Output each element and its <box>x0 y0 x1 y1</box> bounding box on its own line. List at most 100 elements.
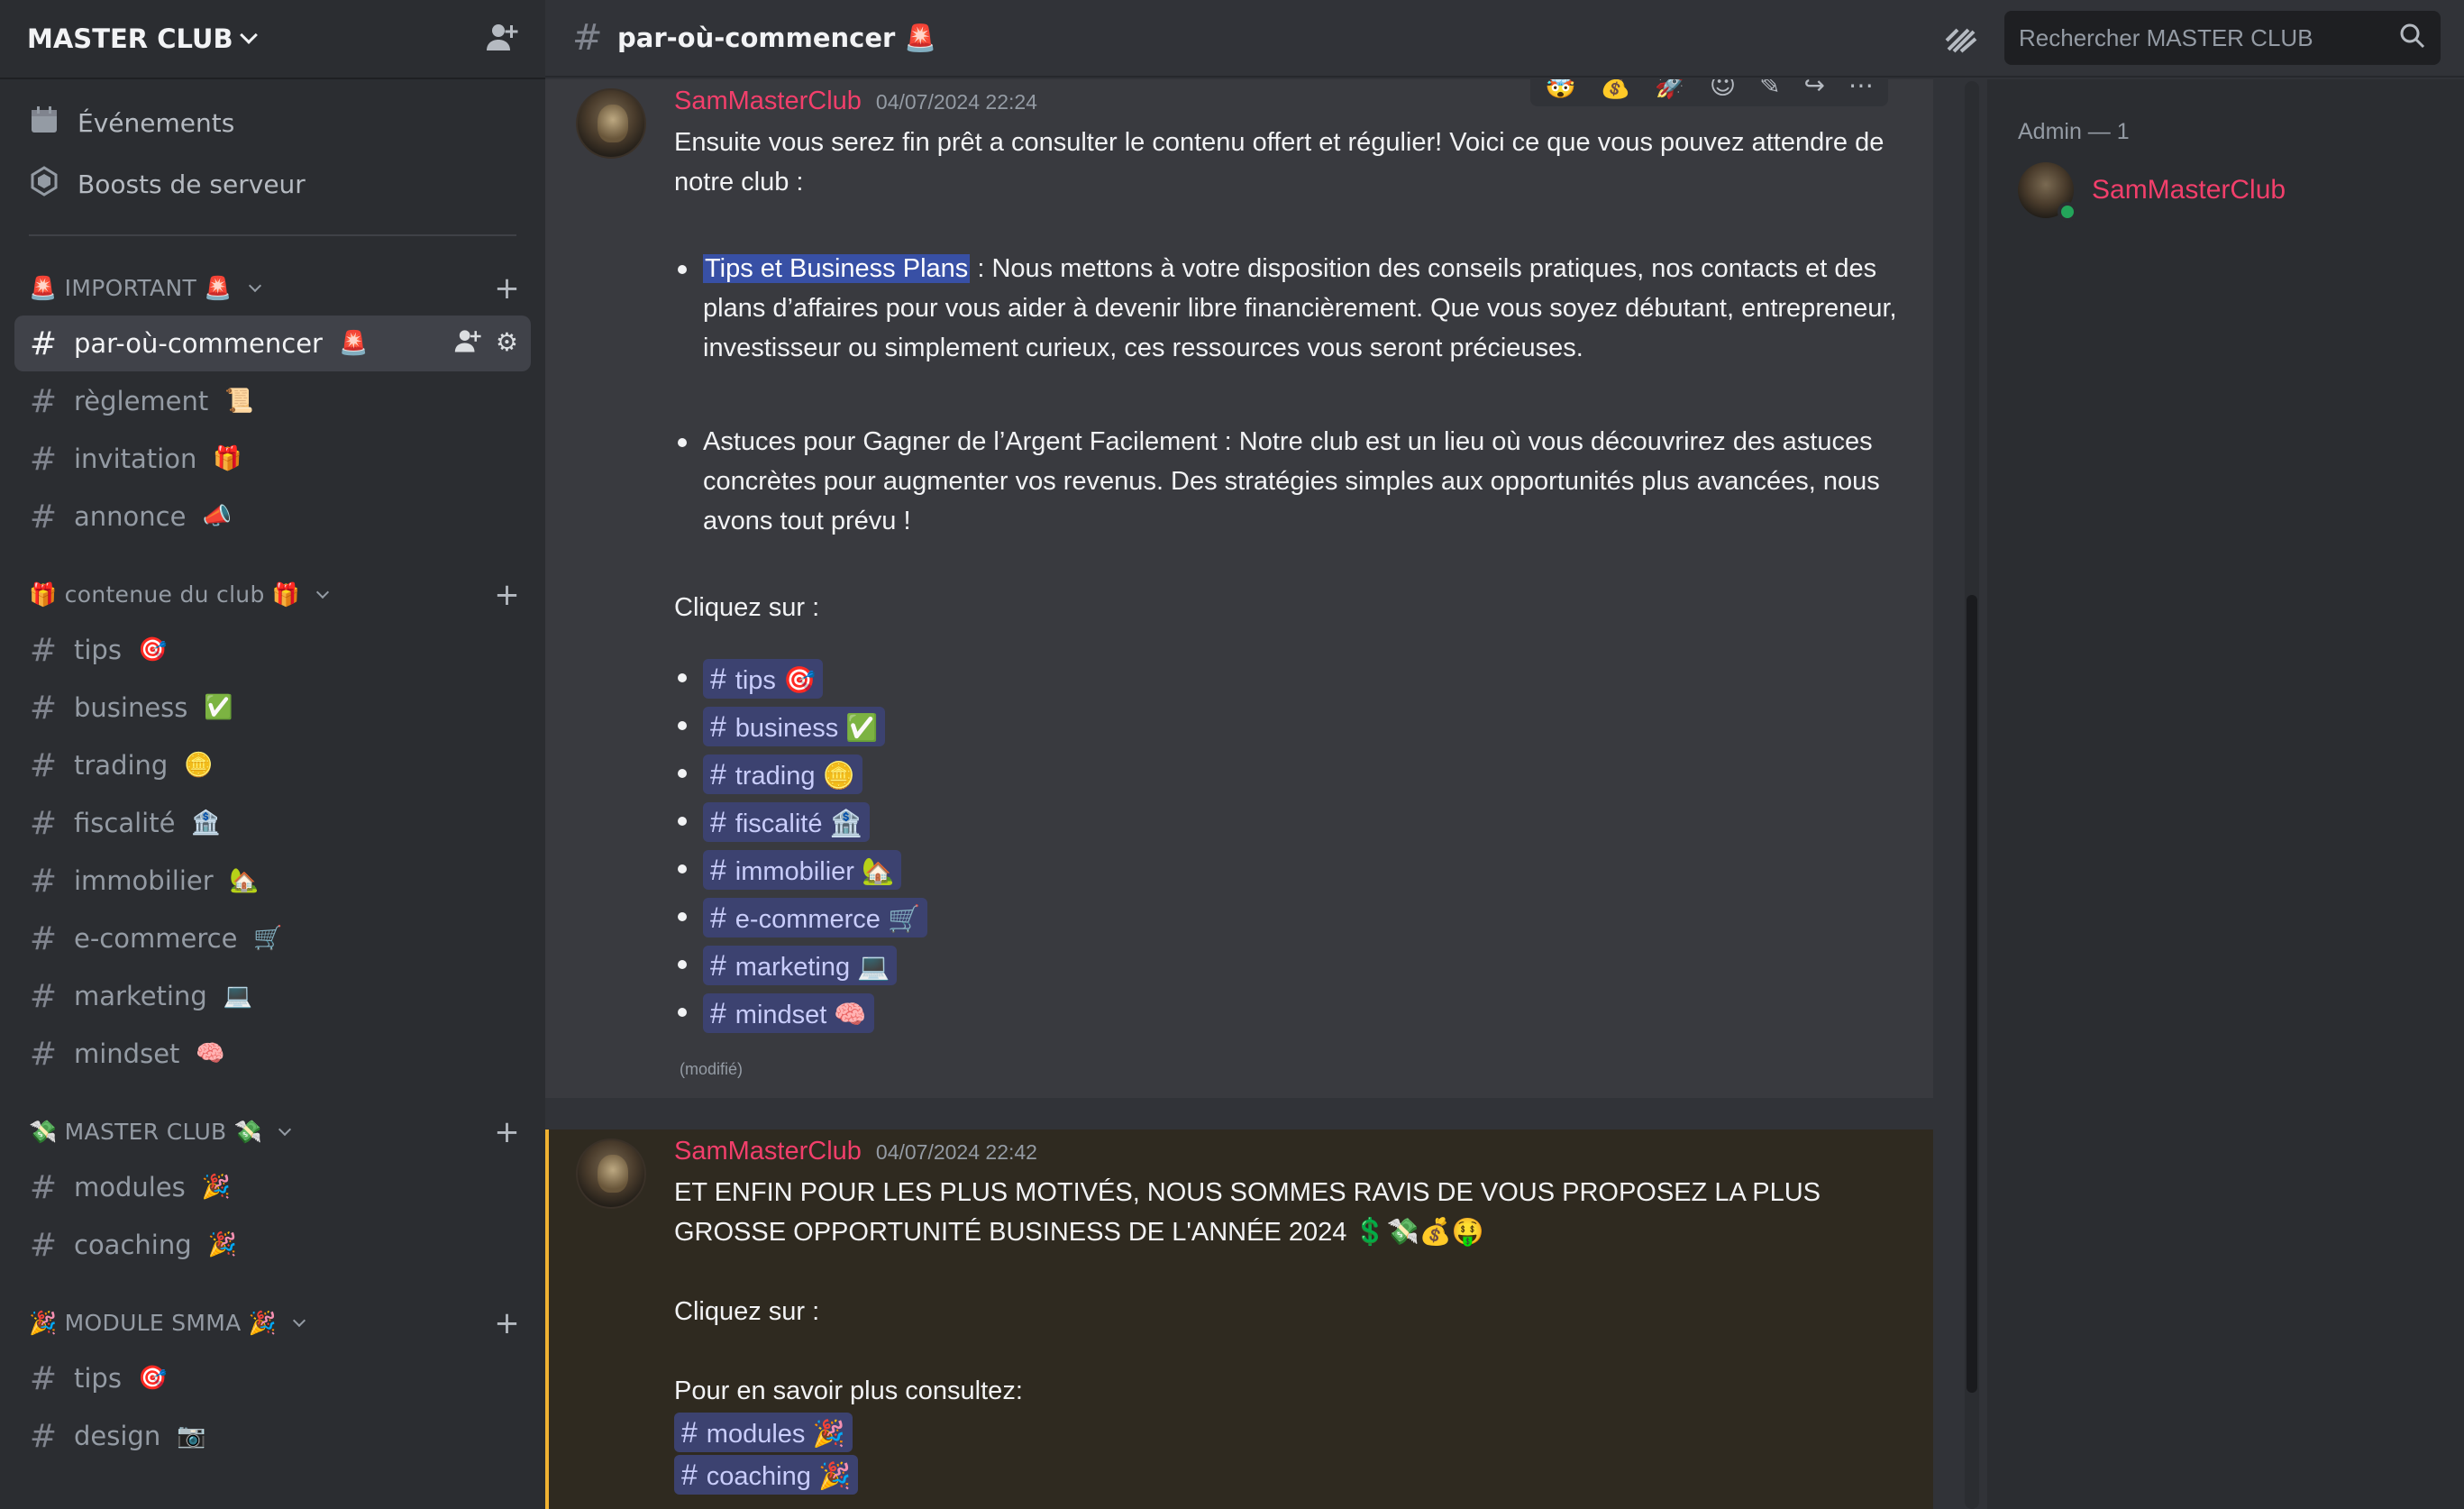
channel-title: par-où-commencer 🚨 <box>617 22 937 53</box>
scrollbar-thumb[interactable] <box>1967 595 1977 1393</box>
hash-icon: # <box>29 440 58 478</box>
channel-mention[interactable]: # mindset 🧠 <box>703 992 874 1033</box>
channel-label: tips <box>74 635 122 665</box>
channel-label: coaching <box>74 1230 192 1260</box>
server-boosts-item[interactable]: Boosts de serveur <box>0 153 545 215</box>
channel-mention-label: immobilier 🏡 <box>735 856 895 886</box>
channel-mention[interactable]: # tips 🎯 <box>703 658 824 699</box>
channel-label: business <box>74 692 188 723</box>
bullet-text: Astuces pour Gagner de l’Argent Facileme… <box>703 427 1880 535</box>
channel-sidebar: MASTER CLUB Événements Boosts de serveur… <box>0 0 545 1509</box>
channel-tips[interactable]: # tips 🎯 <box>14 622 531 678</box>
calendar-icon <box>29 105 59 142</box>
channel-mention[interactable]: # e-commerce 🛒 <box>703 897 928 937</box>
search-input[interactable] <box>2019 23 2379 52</box>
channel-modules[interactable]: # modules 🎉 <box>14 1159 531 1215</box>
channel-emoji: 🏡 <box>229 867 260 894</box>
channel-mention-label: e-commerce 🛒 <box>735 904 921 934</box>
channel-emoji: 🎉 <box>207 1231 238 1258</box>
channel-label: invitation <box>74 444 197 474</box>
online-status-icon <box>2058 202 2077 222</box>
category-module-smma[interactable]: 🎉 MODULE SMMA 🎉 + <box>0 1298 545 1349</box>
server-header[interactable]: MASTER CLUB <box>0 0 545 79</box>
add-channel-icon[interactable]: + <box>494 1308 520 1339</box>
channel-trading[interactable]: # trading 🪙 <box>14 737 531 793</box>
list-item: # immobilier 🏡 <box>674 846 1897 893</box>
channel-e-commerce[interactable]: # e-commerce 🛒 <box>14 910 531 966</box>
channel-annonce[interactable]: # annonce 📣 <box>14 489 531 544</box>
list-item: # marketing 💻 <box>674 941 1897 989</box>
channel-emoji: 🧠 <box>196 1040 225 1067</box>
add-channel-icon[interactable]: + <box>494 273 520 304</box>
member-item[interactable]: SamMasterClub <box>2018 162 2286 222</box>
list-item: Tips et Business Plans : Nous mettons à … <box>674 249 1897 368</box>
channel-emoji: 📷 <box>177 1422 206 1450</box>
invite-icon[interactable] <box>454 327 481 361</box>
category-contenue-du-club[interactable]: 🎁 contenue du club 🎁 + <box>0 570 545 620</box>
channel-mindset[interactable]: # mindset 🧠 <box>14 1026 531 1082</box>
channel-label: marketing <box>74 981 207 1011</box>
channel-immobilier[interactable]: # immobilier 🏡 <box>14 853 531 909</box>
message-timestamp[interactable]: 04/07/2024 22:42 <box>876 1140 1037 1165</box>
list-item: # tips 🎯 <box>674 654 1897 702</box>
channel-mention[interactable]: # fiscalité 🏦 <box>703 801 870 842</box>
channel-par-ou-commencer[interactable]: # par-où-commencer 🚨 ⚙ <box>14 316 531 371</box>
message-author[interactable]: SamMasterClub <box>674 1137 862 1166</box>
search-box[interactable] <box>2004 11 2441 65</box>
chevron-down-icon <box>278 1122 292 1137</box>
channel-label: e-commerce <box>74 923 238 954</box>
add-channel-icon[interactable]: + <box>494 1117 520 1148</box>
channel-mention[interactable]: # business ✅ <box>703 706 886 746</box>
member-name: SamMasterClub <box>2092 175 2286 205</box>
channel-invitation[interactable]: # invitation 🎁 <box>14 431 531 487</box>
channel-business[interactable]: # business ✅ <box>14 680 531 736</box>
search-icon[interactable] <box>2399 23 2426 53</box>
channel-label: design <box>74 1421 161 1451</box>
more-info-label: Pour en savoir plus consultez: <box>674 1376 1023 1405</box>
channel-mention-label: coaching 🎉 <box>706 1462 852 1491</box>
category-important[interactable]: 🚨 IMPORTANT 🚨 + <box>0 263 545 314</box>
message-line: ET ENFIN POUR LES PLUS MOTIVÉS, NOUS SOM… <box>674 1178 1821 1247</box>
chevron-down-icon <box>293 1313 306 1328</box>
message-author[interactable]: SamMasterClub <box>674 87 862 116</box>
channel-mention[interactable]: # modules 🎉 <box>674 1413 853 1452</box>
message[interactable]: 🤯 💰 🚀 ☺ ✎ ↪ ⋯ SamMasterClub 04/07/2024 2… <box>545 79 1933 1098</box>
channel-mention-label: fiscalité 🏦 <box>735 809 862 838</box>
channel-fiscalite[interactable]: # fiscalité 🏦 <box>14 795 531 851</box>
avatar[interactable] <box>576 1139 646 1209</box>
add-member-icon[interactable] <box>486 22 518 56</box>
threads-icon[interactable] <box>1943 23 1979 55</box>
channel-mention[interactable]: # trading 🪙 <box>703 754 862 794</box>
message[interactable]: SamMasterClub 04/07/2024 22:42 ET ENFIN … <box>545 1129 1933 1509</box>
channel-reglement[interactable]: # règlement 📜 <box>14 373 531 429</box>
channel-label: modules <box>74 1172 186 1203</box>
channel-emoji: 📣 <box>202 503 232 530</box>
avatar[interactable] <box>576 88 646 159</box>
channel-smma-tips[interactable]: # tips 🎯 <box>14 1350 531 1406</box>
hash-icon: # <box>29 1035 58 1073</box>
channel-mention-label: mindset 🧠 <box>735 1000 867 1029</box>
add-channel-icon[interactable]: + <box>494 580 520 610</box>
channel-design[interactable]: # design 📷 <box>14 1408 531 1464</box>
gear-icon[interactable]: ⚙ <box>496 327 518 361</box>
hash-icon: # <box>29 1359 58 1397</box>
hash-icon: # <box>29 1226 58 1264</box>
channel-label: trading <box>74 750 169 781</box>
category-label: 💸 MASTER CLUB 💸 <box>29 1119 263 1145</box>
channel-mention[interactable]: # coaching 🎉 <box>674 1455 859 1495</box>
events-item[interactable]: Événements <box>0 92 545 153</box>
channel-mention-label: trading 🪙 <box>735 761 855 791</box>
channel-marketing[interactable]: # marketing 💻 <box>14 968 531 1024</box>
server-name[interactable]: MASTER CLUB <box>27 23 258 54</box>
channel-coaching[interactable]: # coaching 🎉 <box>14 1217 531 1273</box>
hash-icon: # <box>29 804 58 842</box>
category-master-club[interactable]: 💸 MASTER CLUB 💸 + <box>0 1107 545 1157</box>
channel-label: fiscalité <box>74 808 176 838</box>
channel-mention[interactable]: # immobilier 🏡 <box>703 849 902 890</box>
selected-text: Tips et Business Plans <box>703 254 971 283</box>
message-list: 🤯 💰 🚀 ☺ ✎ ↪ ⋯ SamMasterClub 04/07/2024 2… <box>545 79 1960 1509</box>
channel-emoji: 💻 <box>223 983 253 1010</box>
channel-mention[interactable]: # marketing 💻 <box>703 945 898 985</box>
message-timestamp[interactable]: 04/07/2024 22:24 <box>876 90 1037 114</box>
hash-icon: # <box>29 1168 58 1206</box>
